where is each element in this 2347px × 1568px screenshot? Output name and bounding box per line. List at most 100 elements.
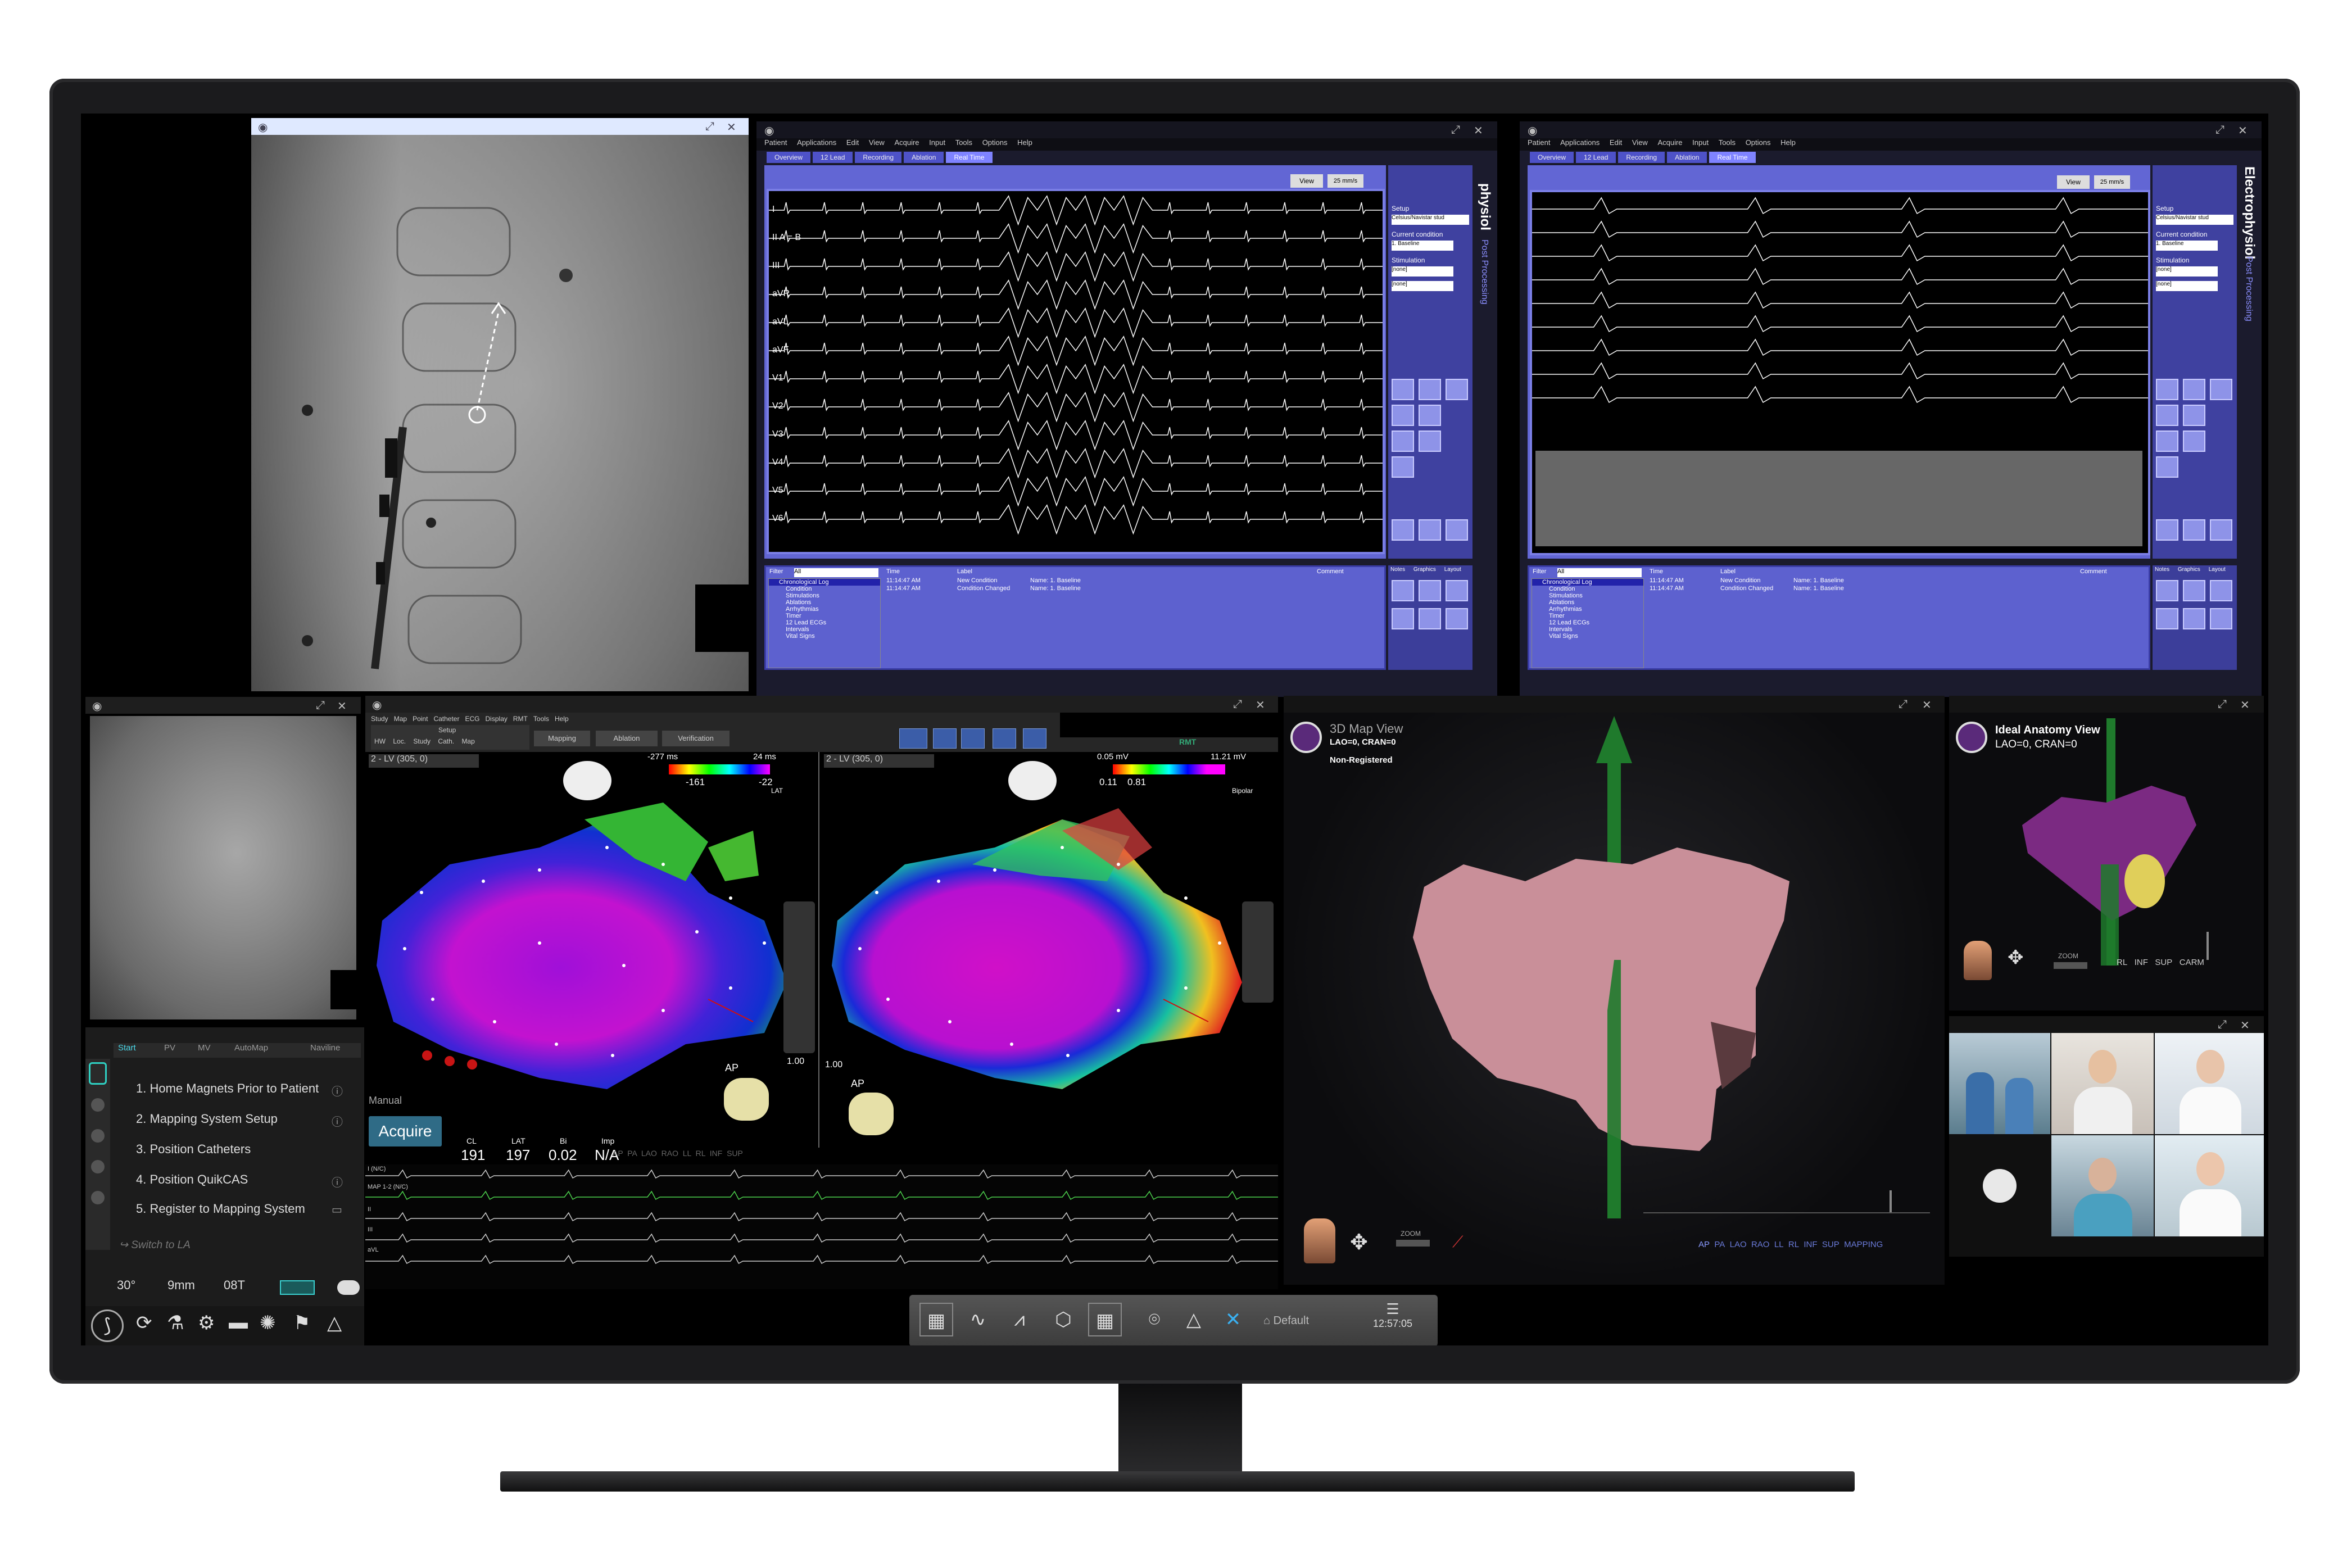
tool-button[interactable] — [1446, 580, 1468, 601]
tool-button[interactable] — [2183, 580, 2205, 601]
close-icon[interactable]: ✕ — [2240, 1018, 2250, 1032]
menu-input[interactable]: Input — [929, 138, 945, 147]
map-slider[interactable] — [1242, 901, 1274, 1003]
condition-select[interactable]: 1. Baseline — [1392, 241, 1453, 251]
view-btn-5[interactable] — [1023, 728, 1046, 749]
tool-button[interactable] — [2183, 608, 2205, 629]
tool-icon[interactable]: ⚗ — [167, 1312, 184, 1334]
view-btn-1[interactable] — [899, 728, 927, 749]
log-row[interactable]: 11:14:47 AM New Condition Name: 1. Baselin… — [886, 577, 1381, 584]
tree-item[interactable]: Timer — [769, 613, 880, 619]
video-tile-avatar[interactable] — [1949, 1135, 2050, 1236]
menu-view[interactable]: View — [1632, 138, 1648, 147]
menu-ecg[interactable]: ECG — [465, 715, 479, 723]
menu-help[interactable]: Help — [1017, 138, 1032, 147]
home-default-button[interactable]: ⌂ Default — [1263, 1307, 1348, 1334]
menu-patient[interactable]: Patient — [764, 138, 787, 147]
view-carm[interactable]: CARM — [2180, 958, 2204, 967]
map-slider[interactable] — [783, 901, 815, 1053]
close-icon[interactable]: ✕ — [1256, 698, 1265, 712]
x-icon[interactable]: ✕ — [1216, 1303, 1250, 1336]
tree-item[interactable]: Ablations — [769, 599, 880, 606]
tool-button[interactable] — [1392, 580, 1414, 601]
map-selector[interactable]: 2 - LV (305, 0) — [369, 754, 479, 768]
log-row[interactable]: 11:14:47 AM Condition Changed Name: 1. Bas… — [1650, 585, 2144, 592]
view-mapping[interactable]: MAPPING — [1844, 1240, 1883, 1249]
catheter-visibility-icon[interactable]: ⟋ — [1452, 1233, 1464, 1252]
tool-button[interactable] — [2210, 608, 2232, 629]
workflow-step[interactable]: 4. Position QuikCAS — [136, 1172, 248, 1187]
tool-button[interactable] — [1392, 379, 1414, 400]
ep-left-vertical-sub[interactable]: Post Processing — [1479, 239, 1489, 305]
tab-overview[interactable]: Overview — [767, 152, 811, 163]
tool-button[interactable] — [1419, 405, 1441, 426]
view-inf[interactable]: INF — [1804, 1240, 1817, 1249]
sub-map[interactable]: Map — [461, 737, 474, 745]
zoom-slider[interactable] — [1396, 1240, 1430, 1247]
switch-to-la-link[interactable]: ↪ Switch to LA — [119, 1239, 191, 1252]
maximize-icon[interactable]: ⤢ — [1451, 124, 1460, 137]
tab-automap[interactable]: AutoMap — [234, 1043, 268, 1053]
menu-input[interactable]: Input — [1692, 138, 1709, 147]
sub-study[interactable]: Study — [413, 737, 431, 745]
menu-rmt[interactable]: RMT — [513, 715, 528, 723]
tool-icon[interactable]: △ — [327, 1312, 342, 1334]
pan-icon[interactable]: ✥ — [2008, 946, 2024, 969]
tab-graphics[interactable]: Graphics — [2178, 567, 2200, 573]
filter-select[interactable]: All — [1557, 568, 1642, 577]
tool-button[interactable] — [2156, 430, 2178, 452]
tree-item[interactable]: Stimulations — [1532, 592, 1643, 599]
menu-point[interactable]: Point — [413, 715, 428, 723]
monitor-icon[interactable]: ▭ — [332, 1203, 342, 1217]
menu-catheter[interactable]: Catheter — [433, 715, 459, 723]
eye-icon[interactable]: ◉ — [1528, 124, 1537, 138]
menu-display[interactable]: Display — [486, 715, 508, 723]
workflow-step[interactable]: 1. Home Magnets Prior to Patient — [136, 1081, 319, 1096]
tree-item[interactable]: Condition — [769, 586, 880, 592]
catheter-tool-icon[interactable]: ⟆ — [91, 1309, 124, 1342]
tool-button[interactable] — [1446, 519, 1468, 541]
location-icon[interactable]: ⌾ — [1138, 1303, 1171, 1336]
tool-button[interactable] — [2156, 405, 2178, 426]
tool-button[interactable] — [2156, 580, 2178, 601]
menu-patient[interactable]: Patient — [1528, 138, 1550, 147]
view-btn-3[interactable] — [961, 728, 985, 749]
tab-graphics[interactable]: Graphics — [1413, 567, 1436, 573]
view-rao[interactable]: RAO — [1751, 1240, 1770, 1249]
close-icon[interactable]: ✕ — [337, 699, 347, 713]
tool-button[interactable] — [2183, 379, 2205, 400]
view-rl[interactable]: RL — [1788, 1240, 1799, 1249]
setup-select[interactable]: Celsius/Navistar stud — [2156, 215, 2233, 225]
log-row[interactable]: 11:14:47 AM New Condition Name: 1. Baselin… — [1650, 577, 2144, 584]
tree-item[interactable]: Intervals — [1532, 626, 1643, 633]
close-icon[interactable]: ✕ — [2238, 124, 2248, 138]
tool-icon[interactable]: ⚙ — [198, 1312, 215, 1334]
view-inf[interactable]: INF — [2135, 958, 2148, 967]
eye-icon[interactable]: ◉ — [372, 698, 382, 712]
view-button[interactable]: View — [2057, 175, 2090, 189]
tab-notes[interactable]: Notes — [2155, 567, 2169, 573]
map-selector[interactable]: 2 - LV (305, 0) — [824, 754, 934, 768]
acquire-button[interactable]: Acquire — [369, 1116, 442, 1146]
tree-item[interactable]: Arrhythmias — [769, 606, 880, 613]
view-sup[interactable]: SUP — [2155, 958, 2172, 967]
tab-12-lead[interactable]: 12 Lead — [1576, 152, 1616, 163]
menu-tools[interactable]: Tools — [533, 715, 549, 723]
tool-icon[interactable]: ⟳ — [136, 1312, 152, 1334]
tool-button[interactable] — [2210, 379, 2232, 400]
ep-right-vertical-sub[interactable]: Post Processing — [2244, 256, 2254, 321]
active-step-icon[interactable] — [89, 1062, 107, 1085]
clock-menu[interactable]: ☰ 12:57:05 — [1359, 1300, 1426, 1341]
tab-real-time[interactable]: Real Time — [1709, 152, 1756, 163]
tool-button[interactable] — [1419, 580, 1441, 601]
tool-button[interactable] — [1392, 608, 1414, 629]
menu-edit[interactable]: Edit — [1610, 138, 1622, 147]
tab-real-time[interactable]: Real Time — [946, 152, 993, 163]
sub-cath[interactable]: Cath. — [438, 737, 454, 745]
menu-help[interactable]: Help — [1780, 138, 1796, 147]
menu-view[interactable]: View — [869, 138, 885, 147]
tool-icon[interactable]: ▬ — [229, 1312, 248, 1334]
tree-item[interactable]: Intervals — [769, 626, 880, 633]
tree-item[interactable]: Chronological Log — [769, 579, 880, 586]
menu-edit[interactable]: Edit — [846, 138, 859, 147]
